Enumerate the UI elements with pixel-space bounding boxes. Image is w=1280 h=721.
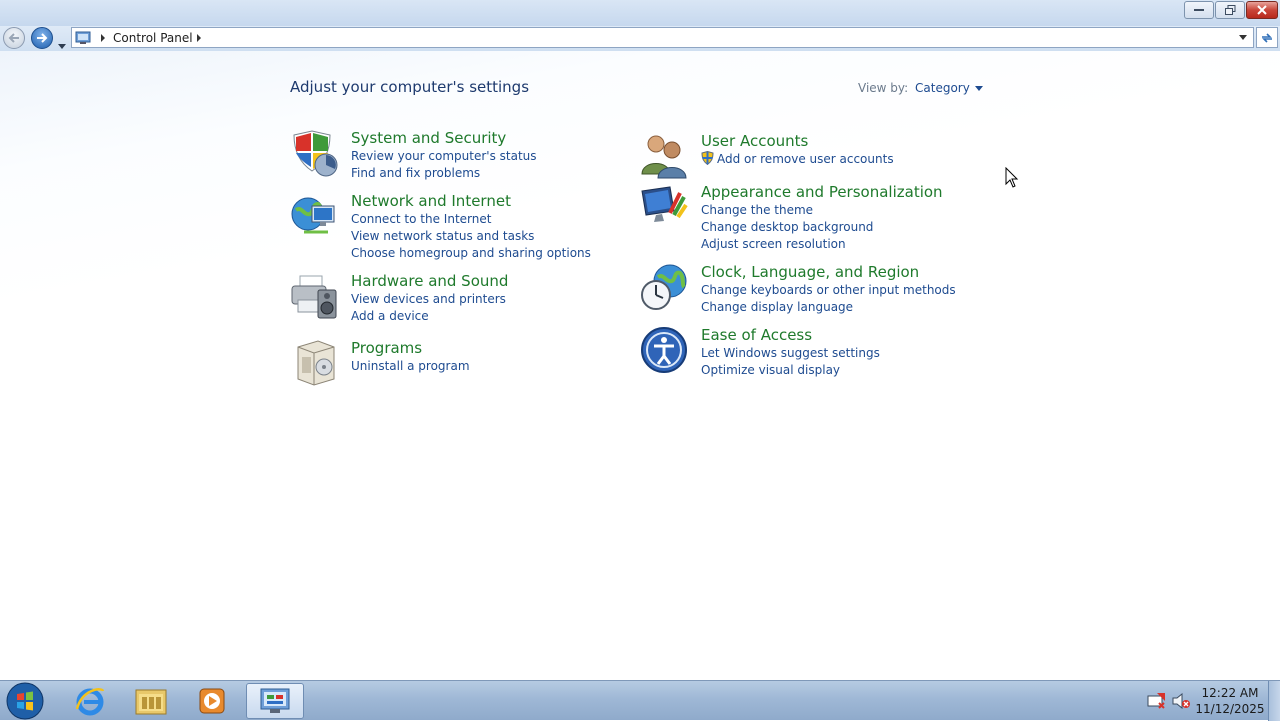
link-screen-resolution[interactable]: Adjust screen resolution bbox=[701, 236, 873, 253]
link-suggest-settings[interactable]: Let Windows suggest settings bbox=[701, 345, 880, 362]
page-title: Adjust your computer's settings bbox=[290, 78, 530, 96]
restore-button[interactable] bbox=[1215, 1, 1245, 19]
link-uninstall-program[interactable]: Uninstall a program bbox=[351, 358, 470, 375]
category-title[interactable]: User Accounts bbox=[701, 132, 808, 150]
monitor-paint-icon[interactable] bbox=[640, 183, 688, 231]
category-links: Connect to the Internet View network sta… bbox=[351, 211, 591, 262]
close-button[interactable] bbox=[1246, 1, 1278, 19]
category-links: Uninstall a program bbox=[351, 358, 470, 375]
category-links: Change the theme Change desktop backgrou… bbox=[701, 202, 873, 253]
address-bar[interactable]: Control Panel bbox=[71, 27, 1254, 48]
windows-logo-icon bbox=[6, 682, 44, 720]
users-icon[interactable] bbox=[640, 132, 688, 180]
address-dropdown-icon[interactable] bbox=[1239, 35, 1247, 40]
file-explorer-icon bbox=[135, 689, 167, 715]
breadcrumb-separator-icon[interactable] bbox=[196, 33, 201, 42]
link-review-status[interactable]: Review your computer's status bbox=[351, 148, 537, 165]
caption-buttons bbox=[1184, 1, 1278, 19]
link-display-language[interactable]: Change display language bbox=[701, 299, 956, 316]
title-bar[interactable] bbox=[0, 0, 1280, 27]
clock-globe-icon[interactable] bbox=[640, 263, 688, 311]
category-links: Add or remove user accounts bbox=[701, 151, 894, 168]
back-arrow-icon bbox=[8, 33, 19, 43]
forward-arrow-icon bbox=[37, 33, 48, 43]
view-by-dropdown[interactable]: Category bbox=[915, 81, 983, 95]
link-change-theme[interactable]: Change the theme bbox=[701, 202, 873, 219]
view-by-value[interactable]: Category bbox=[915, 81, 970, 95]
taskbar-control-panel[interactable] bbox=[246, 683, 304, 719]
restore-icon bbox=[1224, 5, 1235, 15]
control-panel-icon bbox=[260, 688, 290, 713]
mouse-cursor-icon bbox=[1005, 167, 1019, 188]
link-add-remove-users[interactable]: Add or remove user accounts bbox=[701, 151, 894, 168]
link-optimize-display[interactable]: Optimize visual display bbox=[701, 362, 880, 379]
category-links: View devices and printers Add a device bbox=[351, 291, 506, 325]
breadcrumb-separator-icon[interactable] bbox=[101, 33, 105, 42]
minimize-button[interactable] bbox=[1184, 1, 1214, 19]
uac-shield-icon bbox=[701, 151, 714, 165]
forward-button[interactable] bbox=[31, 27, 53, 49]
link-add-device[interactable]: Add a device bbox=[351, 308, 506, 325]
link-connect-internet[interactable]: Connect to the Internet bbox=[351, 211, 591, 228]
category-title[interactable]: Ease of Access bbox=[701, 326, 812, 344]
taskbar-clock[interactable]: 12:22 AM 11/12/2025 bbox=[1194, 685, 1266, 717]
taskbar-internet-explorer[interactable] bbox=[62, 683, 118, 719]
category-title[interactable]: Programs bbox=[351, 339, 422, 357]
printer-speaker-icon[interactable] bbox=[290, 272, 338, 320]
category-title[interactable]: System and Security bbox=[351, 129, 506, 147]
control-panel-small-icon bbox=[75, 31, 91, 45]
category-links: Let Windows suggest settings Optimize vi… bbox=[701, 345, 880, 379]
back-button[interactable] bbox=[3, 27, 25, 49]
minimize-icon bbox=[1194, 9, 1204, 11]
action-center-icon[interactable] bbox=[1147, 693, 1165, 709]
view-by-label: View by: bbox=[858, 81, 909, 95]
clock-time: 12:22 AM bbox=[1201, 686, 1259, 700]
link-label[interactable]: Add or remove user accounts bbox=[717, 152, 894, 166]
category-title[interactable]: Network and Internet bbox=[351, 192, 511, 210]
ease-of-access-icon[interactable] bbox=[640, 326, 688, 374]
breadcrumb-control-panel[interactable]: Control Panel bbox=[113, 31, 193, 45]
programs-box-icon[interactable] bbox=[290, 339, 338, 387]
clock-date: 11/12/2025 bbox=[1195, 702, 1265, 716]
category-title[interactable]: Hardware and Sound bbox=[351, 272, 508, 290]
category-title[interactable]: Clock, Language, and Region bbox=[701, 263, 919, 281]
control-panel-content: Adjust your computer's settings View by:… bbox=[0, 51, 1280, 680]
close-icon bbox=[1257, 5, 1267, 15]
category-links: Change keyboards or other input methods … bbox=[701, 282, 956, 316]
refresh-button[interactable] bbox=[1256, 27, 1278, 48]
media-player-icon bbox=[199, 688, 225, 714]
refresh-icon bbox=[1262, 32, 1272, 43]
category-title[interactable]: Appearance and Personalization bbox=[701, 183, 943, 201]
shield-icon[interactable] bbox=[290, 129, 338, 177]
start-button[interactable] bbox=[5, 682, 45, 720]
chevron-down-icon bbox=[974, 85, 983, 91]
navigation-bar: Control Panel bbox=[0, 26, 1280, 51]
category-links: Review your computer's status Find and f… bbox=[351, 148, 537, 182]
link-keyboards-input[interactable]: Change keyboards or other input methods bbox=[701, 282, 956, 299]
taskbar-file-explorer[interactable] bbox=[123, 683, 179, 719]
link-desktop-background[interactable]: Change desktop background bbox=[701, 219, 873, 236]
link-network-status[interactable]: View network status and tasks bbox=[351, 228, 591, 245]
link-homegroup-sharing[interactable]: Choose homegroup and sharing options bbox=[351, 245, 591, 262]
taskbar: 12:22 AM 11/12/2025 bbox=[0, 680, 1280, 721]
link-find-fix-problems[interactable]: Find and fix problems bbox=[351, 165, 537, 182]
chevron-down-icon bbox=[58, 44, 66, 49]
link-devices-printers[interactable]: View devices and printers bbox=[351, 291, 506, 308]
show-desktop-button[interactable] bbox=[1268, 681, 1280, 721]
taskbar-media-player[interactable] bbox=[184, 683, 240, 719]
internet-explorer-icon bbox=[75, 688, 105, 716]
network-globe-icon[interactable] bbox=[290, 192, 338, 240]
volume-muted-icon[interactable] bbox=[1172, 693, 1190, 709]
